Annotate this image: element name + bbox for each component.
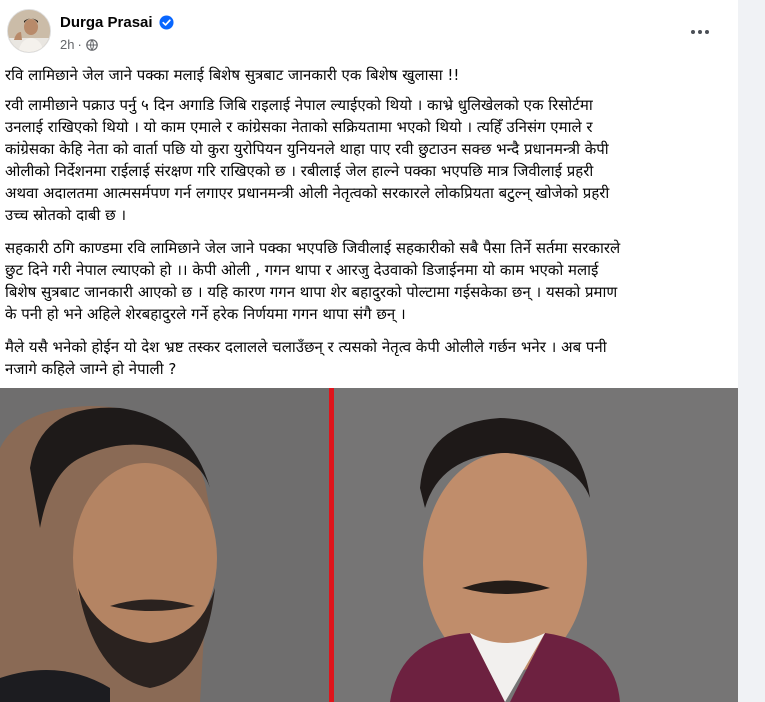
more-options-icon [691, 30, 695, 34]
verified-badge-icon [159, 15, 174, 30]
photo-image [0, 388, 738, 702]
more-options-icon [698, 30, 702, 34]
left-person-photo [0, 406, 217, 702]
paragraph-line: मैले यसै भनेको होईन यो देश भ्रष्ट तस्कर … [5, 338, 607, 356]
paragraph-line: सहकारी ठगि काण्डमा रवि लामिछाने जेल जाने… [5, 239, 621, 257]
paragraph-line: ओलीको निर्देशनमा राईलाई संरक्षण गरि राखि… [5, 162, 594, 180]
post-meta: 2h · [60, 37, 98, 52]
author-avatar[interactable] [7, 9, 51, 53]
divider-line [329, 388, 334, 702]
post-photo[interactable] [0, 388, 738, 702]
post-paragraph-2: सहकारी ठगि काण्डमा रवि लामिछाने जेल जाने… [5, 237, 729, 325]
paragraph-line: नजागे कहिले जाग्ने हो नेपाली ? [5, 360, 177, 378]
post-paragraph-3: मैले यसै भनेको होईन यो देश भ्रष्ट तस्कर … [5, 336, 729, 380]
paragraph-line: उच्च स्रोतको दाबी छ । [5, 206, 127, 224]
more-options-button[interactable] [685, 22, 715, 42]
post-paragraph-1: रवी लामीछाने पक्राउ पर्नु ५ दिन अगाडि जि… [5, 94, 729, 226]
post-timestamp[interactable]: 2h [60, 37, 74, 52]
author-name[interactable]: Durga Prasai [60, 14, 153, 31]
paragraph-line: छुट दिने गरी नेपाल ल्याएको हो ।। केपी ओल… [5, 261, 599, 279]
avatar-image [8, 10, 50, 52]
paragraph-line: रवी लामीछाने पक्राउ पर्नु ५ दिन अगाडि जि… [5, 96, 593, 114]
globe-icon[interactable] [86, 38, 98, 51]
paragraph-line: अथवा अदालतमा आत्मसर्मपण गर्न लगाएर प्रधा… [5, 184, 610, 202]
post-card: Durga Prasai 2h · रवि लामिछाने जेल जाने … [0, 0, 738, 702]
paragraph-line: कांग्रेसका केहि नेता को वार्ता पछि यो कु… [5, 140, 609, 158]
meta-separator: · [77, 37, 82, 52]
more-options-icon [705, 30, 709, 34]
post-header: Durga Prasai 2h · [7, 9, 731, 59]
paragraph-line: उनलाई राखिएको थियो । यो काम एमाले र कांग… [5, 118, 593, 136]
paragraph-line: बिशेष सुत्रबाट जानकारी आएको छ । यहि कारण… [5, 283, 618, 301]
post-headline: रवि लामिछाने जेल जाने पक्का मलाई बिशेष स… [5, 66, 460, 84]
post-body: रवि लामिछाने जेल जाने पक्का मलाई बिशेष स… [5, 64, 729, 391]
paragraph-line: के पनी हो भने अहिले शेरबहादुरले गर्ने हर… [5, 305, 406, 323]
